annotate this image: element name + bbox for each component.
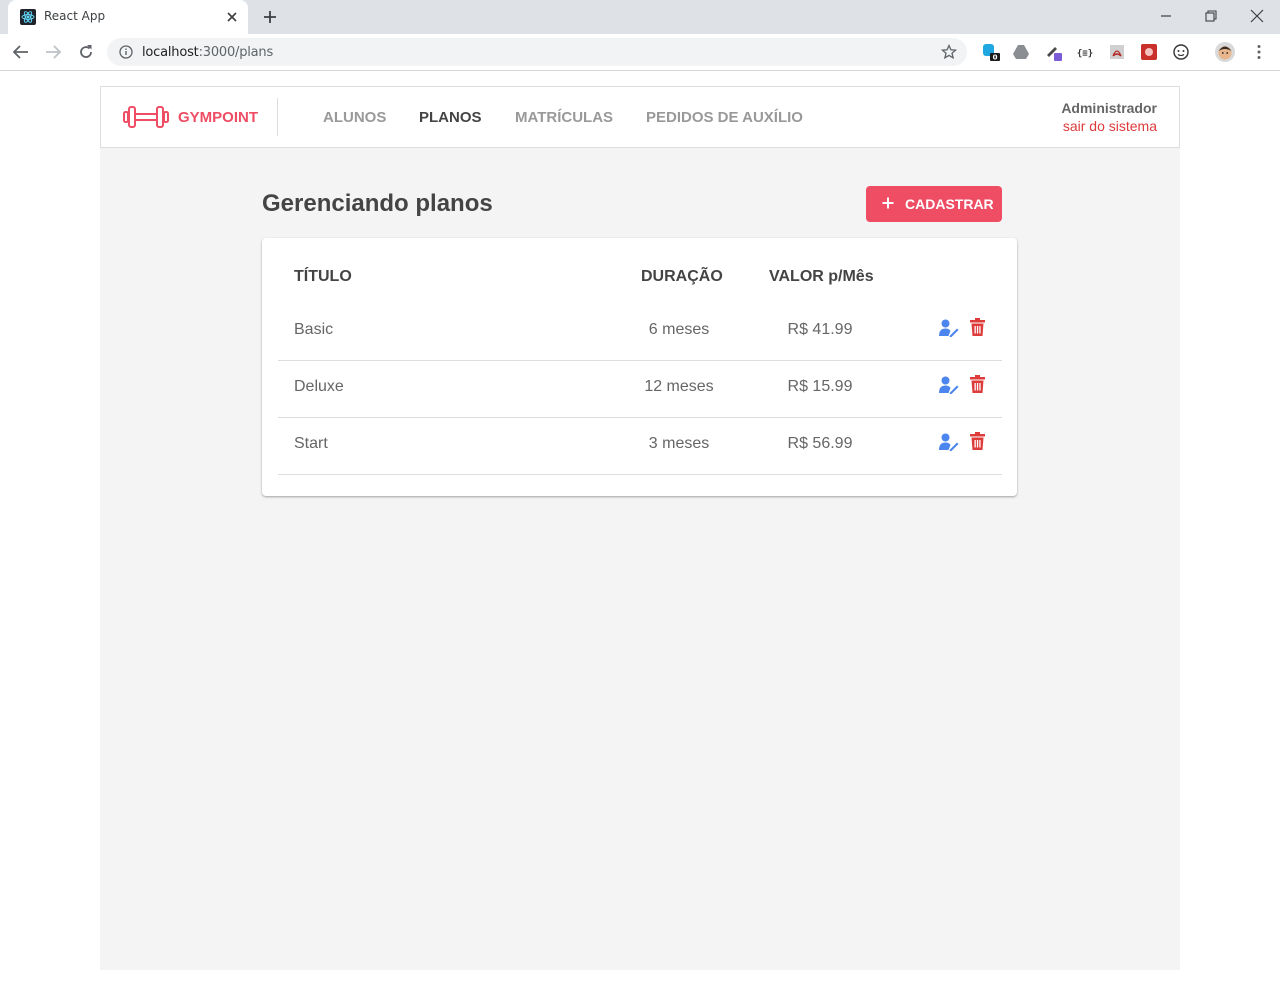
add-plan-button[interactable]: CADASTRAR	[866, 186, 1002, 222]
app-page: GYMPOINT ALUNOS PLANOS MATRÍCULAS PEDIDO…	[100, 86, 1180, 970]
nav-link-pedidos-de-auxilio[interactable]: PEDIDOS DE AUXÍLIO	[646, 109, 803, 126]
extension-badge-count: 0	[993, 54, 998, 62]
url-path: :3000/plans	[198, 45, 274, 60]
plan-duration: 3 meses	[648, 435, 710, 452]
plus-icon	[882, 197, 894, 209]
back-arrow-icon[interactable]	[12, 43, 30, 61]
site-info-icon[interactable]	[119, 45, 133, 59]
svg-text:{≡}: {≡}	[1077, 49, 1093, 59]
column-header-title: TÍTULO	[294, 268, 352, 285]
pdf-extension-icon[interactable]	[1108, 43, 1126, 61]
minimize-window-icon[interactable]	[1156, 6, 1176, 26]
eyedropper-extension-icon[interactable]	[1044, 43, 1062, 61]
forward-arrow-icon[interactable]	[44, 43, 62, 61]
browser-tab-title: React App	[44, 9, 106, 23]
react-favicon-icon	[20, 9, 36, 25]
trash-icon[interactable]	[970, 375, 985, 393]
drive-extension-icon[interactable]	[1012, 43, 1030, 61]
browser-menu-icon[interactable]	[1250, 43, 1268, 61]
red-extension-icon[interactable]	[1140, 43, 1158, 61]
dumbbell-logo-icon	[123, 106, 169, 128]
url-host: localhost	[142, 45, 199, 60]
plan-title: Deluxe	[294, 378, 344, 395]
profile-avatar-icon[interactable]	[1215, 42, 1235, 62]
trash-icon[interactable]	[970, 432, 985, 450]
trash-icon[interactable]	[970, 318, 985, 336]
browser-tab-active[interactable]: React App	[8, 0, 248, 34]
header-divider	[277, 98, 278, 136]
edit-user-icon[interactable]	[939, 433, 959, 451]
edit-user-icon[interactable]	[939, 376, 959, 394]
plan-title: Start	[294, 435, 328, 452]
table-row: Start 3 meses R$ 56.99	[278, 418, 1002, 475]
edit-user-icon[interactable]	[939, 319, 959, 337]
add-plan-button-label: CADASTRAR	[905, 196, 994, 212]
column-header-price: VALOR p/Mês	[769, 268, 874, 285]
nav-link-alunos[interactable]: ALUNOS	[323, 109, 386, 126]
app-header: GYMPOINT ALUNOS PLANOS MATRÍCULAS PEDIDO…	[100, 86, 1180, 148]
column-header-duration: DURAÇÃO	[641, 268, 723, 285]
table-row: Basic 6 meses R$ 41.99	[278, 304, 1002, 361]
restore-window-icon[interactable]	[1201, 6, 1221, 26]
plan-duration: 12 meses	[644, 378, 714, 395]
json-viewer-extension-icon[interactable]: {≡}	[1076, 43, 1094, 61]
nav-link-matriculas[interactable]: MATRÍCULAS	[515, 109, 613, 126]
url-text: localhost:3000/plans	[142, 45, 273, 60]
extension-badge-icon[interactable]: 0	[982, 43, 1000, 61]
logout-link[interactable]: sair do sistema	[1063, 118, 1157, 134]
table-row: Deluxe 12 meses R$ 15.99	[278, 361, 1002, 418]
reload-icon[interactable]	[77, 43, 95, 61]
address-bar[interactable]: localhost:3000/plans	[107, 38, 967, 66]
plans-table: TÍTULO DURAÇÃO VALOR p/Mês Basic 6 meses…	[262, 238, 1017, 496]
plan-price: R$ 15.99	[787, 378, 853, 395]
new-tab-icon[interactable]	[262, 9, 278, 25]
browser-tabstrip: React App	[0, 0, 1280, 34]
plan-title: Basic	[294, 321, 334, 338]
plan-duration: 6 meses	[648, 321, 710, 338]
user-name: Administrador	[1061, 100, 1157, 116]
close-tab-icon[interactable]	[224, 9, 240, 25]
plan-price: R$ 56.99	[787, 435, 853, 452]
face-extension-icon[interactable]	[1172, 43, 1190, 61]
browser-toolbar: localhost:3000/plans 0 {≡}	[0, 34, 1280, 71]
plan-price: R$ 41.99	[787, 321, 853, 338]
nav-link-planos[interactable]: PLANOS	[419, 109, 482, 126]
close-window-icon[interactable]	[1247, 6, 1267, 26]
brand-name: GYMPOINT	[178, 109, 259, 126]
page-title: Gerenciando planos	[262, 190, 493, 217]
bookmark-star-icon[interactable]	[941, 44, 957, 60]
